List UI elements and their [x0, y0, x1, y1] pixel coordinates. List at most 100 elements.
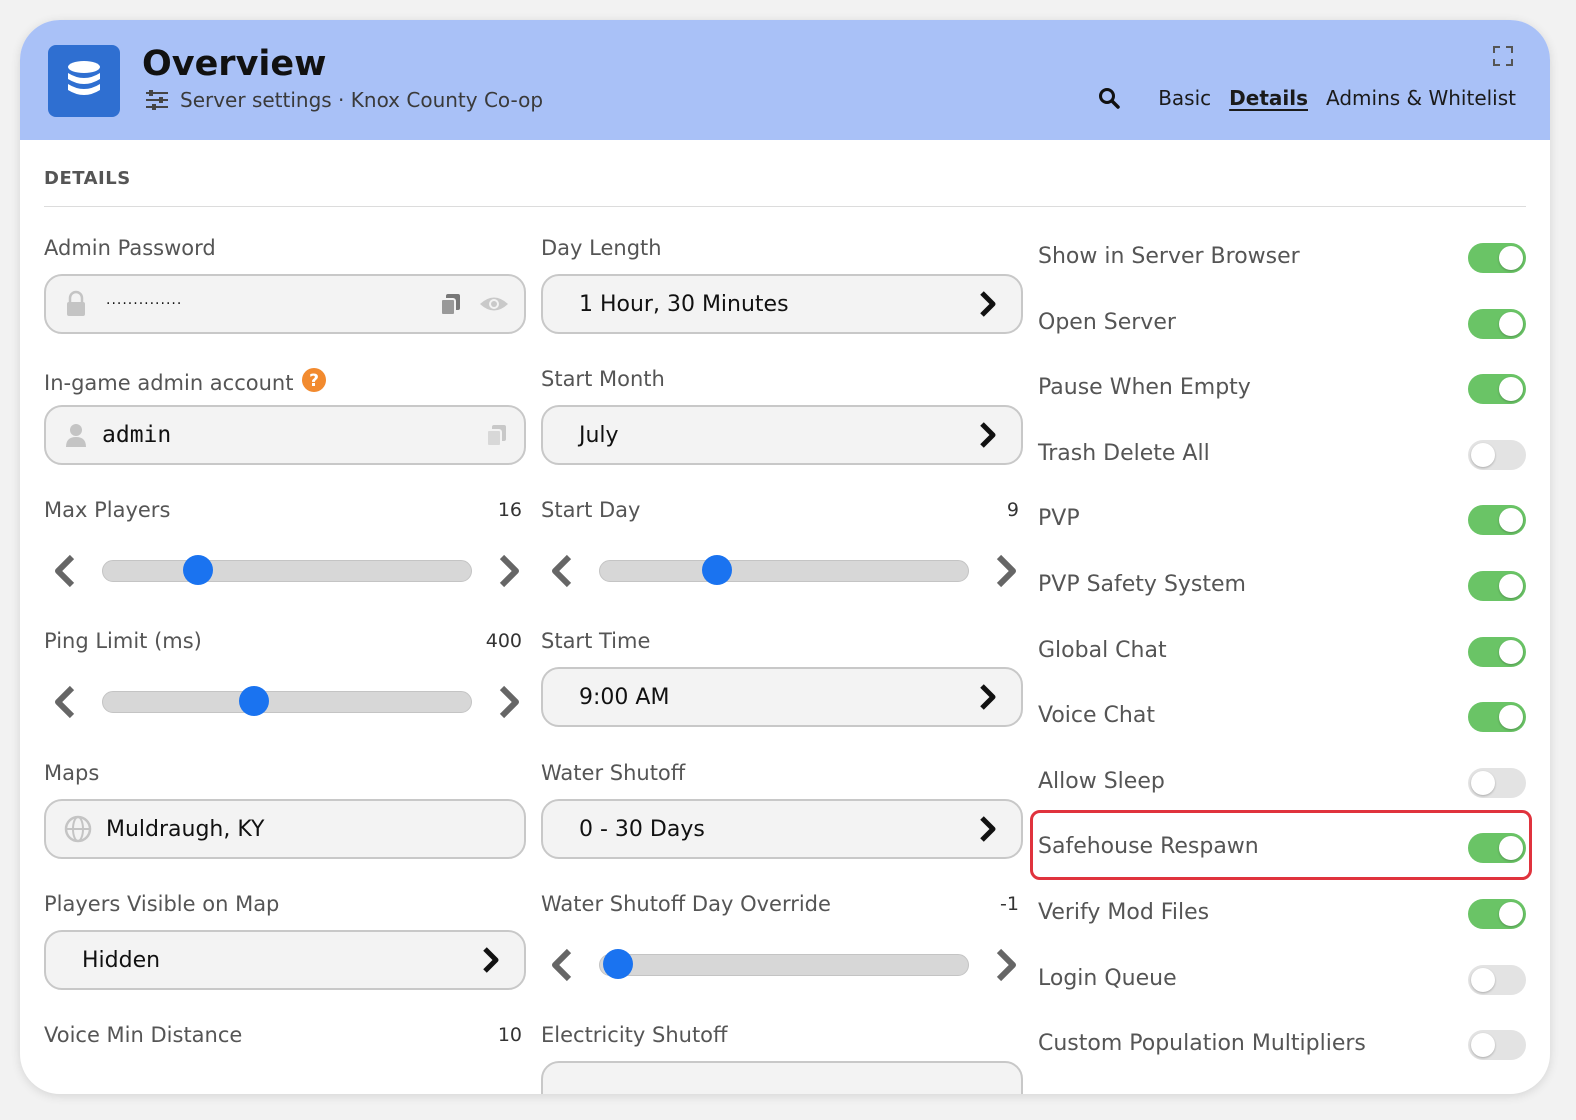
sliders-icon: [144, 89, 170, 111]
toggle-row[interactable]: Pause When Empty: [1038, 369, 1526, 409]
tab-admins-whitelist[interactable]: Admins & Whitelist: [1326, 86, 1516, 110]
toggle-row[interactable]: Show in Server Browser: [1038, 238, 1526, 278]
chevron-right-icon[interactable]: [496, 685, 522, 719]
toggle-row[interactable]: Login Queue: [1038, 960, 1526, 1000]
day-length-select[interactable]: 1 Hour, 30 Minutes: [541, 274, 1023, 334]
copy-icon[interactable]: [438, 291, 464, 317]
toggle-row[interactable]: PVP Safety System: [1038, 566, 1526, 606]
toggle-switch[interactable]: [1468, 965, 1526, 995]
max-players-slider: [44, 552, 526, 592]
toggle-switch[interactable]: [1468, 374, 1526, 404]
max-players-value: 16: [497, 499, 522, 521]
admin-password-field[interactable]: ··············: [44, 274, 526, 334]
slider-thumb[interactable]: [238, 686, 269, 716]
toggle-row[interactable]: PVP: [1038, 500, 1526, 540]
toggle-label: Pause When Empty: [1038, 375, 1251, 400]
start-month-label: Start Month: [541, 367, 665, 391]
start-month-select[interactable]: July: [541, 405, 1023, 465]
water-shutoff-value: 0 - 30 Days: [579, 816, 705, 842]
ping-limit-label: Ping Limit (ms): [44, 629, 202, 653]
expand-icon[interactable]: [1492, 45, 1514, 67]
toggle-knob: [1499, 640, 1523, 664]
chevron-right-icon[interactable]: [496, 554, 522, 588]
toggle-switch[interactable]: [1468, 702, 1526, 732]
tab-details[interactable]: Details: [1229, 86, 1308, 110]
electricity-shutoff-label: Electricity Shutoff: [541, 1023, 728, 1047]
water-override-label: Water Shutoff Day Override: [541, 892, 831, 916]
slider-track[interactable]: [102, 691, 472, 713]
toggle-switch[interactable]: [1468, 571, 1526, 601]
copy-icon[interactable]: [484, 422, 510, 448]
players-visible-value: Hidden: [82, 947, 161, 973]
chevron-left-icon[interactable]: [52, 554, 78, 588]
toggle-row[interactable]: Global Chat: [1038, 632, 1526, 672]
ingame-admin-field[interactable]: admin: [44, 405, 526, 465]
chevron-right-icon: [483, 947, 499, 973]
toggle-row[interactable]: Trash Delete All: [1038, 435, 1526, 475]
chevron-right-icon: [980, 422, 996, 448]
toggle-switch[interactable]: [1468, 1030, 1526, 1060]
toggle-label: Show in Server Browser: [1038, 244, 1300, 269]
toggle-label: Global Chat: [1038, 638, 1167, 663]
slider-thumb[interactable]: [602, 949, 633, 979]
admin-password-value: ··············: [106, 296, 183, 312]
subtitle-text: Server settings · Knox County Co-op: [180, 88, 544, 112]
toggle-switch[interactable]: [1468, 637, 1526, 667]
ingame-admin-label-row: In-game admin account ?: [44, 367, 327, 398]
toggle-switch[interactable]: [1468, 899, 1526, 929]
start-day-value: 9: [1006, 499, 1019, 521]
players-visible-select[interactable]: Hidden: [44, 930, 526, 990]
toggle-row[interactable]: Custom Population Multipliers: [1038, 1025, 1526, 1065]
slider-track[interactable]: [102, 560, 472, 582]
voice-min-distance-label: Voice Min Distance: [44, 1023, 243, 1047]
water-override-value: -1: [1000, 893, 1019, 915]
toggle-label: Login Queue: [1038, 966, 1177, 991]
start-time-select[interactable]: 9:00 AM: [541, 667, 1023, 727]
tab-nav: Basic Details Admins & Whitelist: [1098, 86, 1516, 110]
chevron-right-icon[interactable]: [993, 948, 1019, 982]
eye-icon[interactable]: [478, 291, 510, 317]
toggle-label: Allow Sleep: [1038, 769, 1165, 794]
toggle-switch[interactable]: [1468, 243, 1526, 273]
slider-track[interactable]: [599, 954, 969, 976]
lock-icon: [64, 290, 88, 318]
electricity-shutoff-select[interactable]: [541, 1061, 1023, 1094]
maps-field[interactable]: Muldraugh, KY: [44, 799, 526, 859]
start-day-label: Start Day: [541, 498, 641, 522]
water-shutoff-label: Water Shutoff: [541, 761, 686, 785]
toggle-row[interactable]: Open Server: [1038, 304, 1526, 344]
breadcrumb: Server settings · Knox County Co-op: [144, 88, 543, 112]
chevron-left-icon[interactable]: [549, 948, 575, 982]
toggle-switch[interactable]: [1468, 440, 1526, 470]
toggle-knob: [1471, 443, 1495, 467]
slider-track[interactable]: [599, 560, 969, 582]
chevron-left-icon[interactable]: [52, 685, 78, 719]
search-icon[interactable]: [1098, 87, 1120, 109]
toggle-row[interactable]: Voice Chat: [1038, 697, 1526, 737]
toggle-row[interactable]: Verify Mod Files: [1038, 894, 1526, 934]
toggle-label: Open Server: [1038, 310, 1176, 335]
admin-password-label: Admin Password: [44, 236, 216, 260]
water-override-slider: [541, 946, 1023, 986]
toggle-switch[interactable]: [1468, 505, 1526, 535]
toggle-switch[interactable]: [1468, 309, 1526, 339]
help-icon[interactable]: ?: [301, 367, 327, 398]
tab-basic[interactable]: Basic: [1158, 86, 1211, 110]
toggle-knob: [1499, 508, 1523, 532]
max-players-label: Max Players: [44, 498, 171, 522]
toggle-switch[interactable]: [1468, 768, 1526, 798]
chevron-right-icon[interactable]: [993, 554, 1019, 588]
slider-thumb[interactable]: [183, 555, 214, 585]
toggle-label: Custom Population Multipliers: [1038, 1031, 1366, 1056]
toggle-knob: [1499, 705, 1523, 729]
toggle-knob: [1499, 246, 1523, 270]
day-length-label: Day Length: [541, 236, 662, 260]
header-bar: Overview Server settings · Knox County C…: [20, 20, 1550, 140]
toggle-knob: [1499, 574, 1523, 598]
chevron-left-icon[interactable]: [549, 554, 575, 588]
toggle-row[interactable]: Allow Sleep: [1038, 763, 1526, 803]
players-visible-label: Players Visible on Map: [44, 892, 280, 916]
water-shutoff-select[interactable]: 0 - 30 Days: [541, 799, 1023, 859]
overview-card: Overview Server settings · Knox County C…: [20, 20, 1550, 1094]
toggle-label: Trash Delete All: [1038, 441, 1210, 466]
